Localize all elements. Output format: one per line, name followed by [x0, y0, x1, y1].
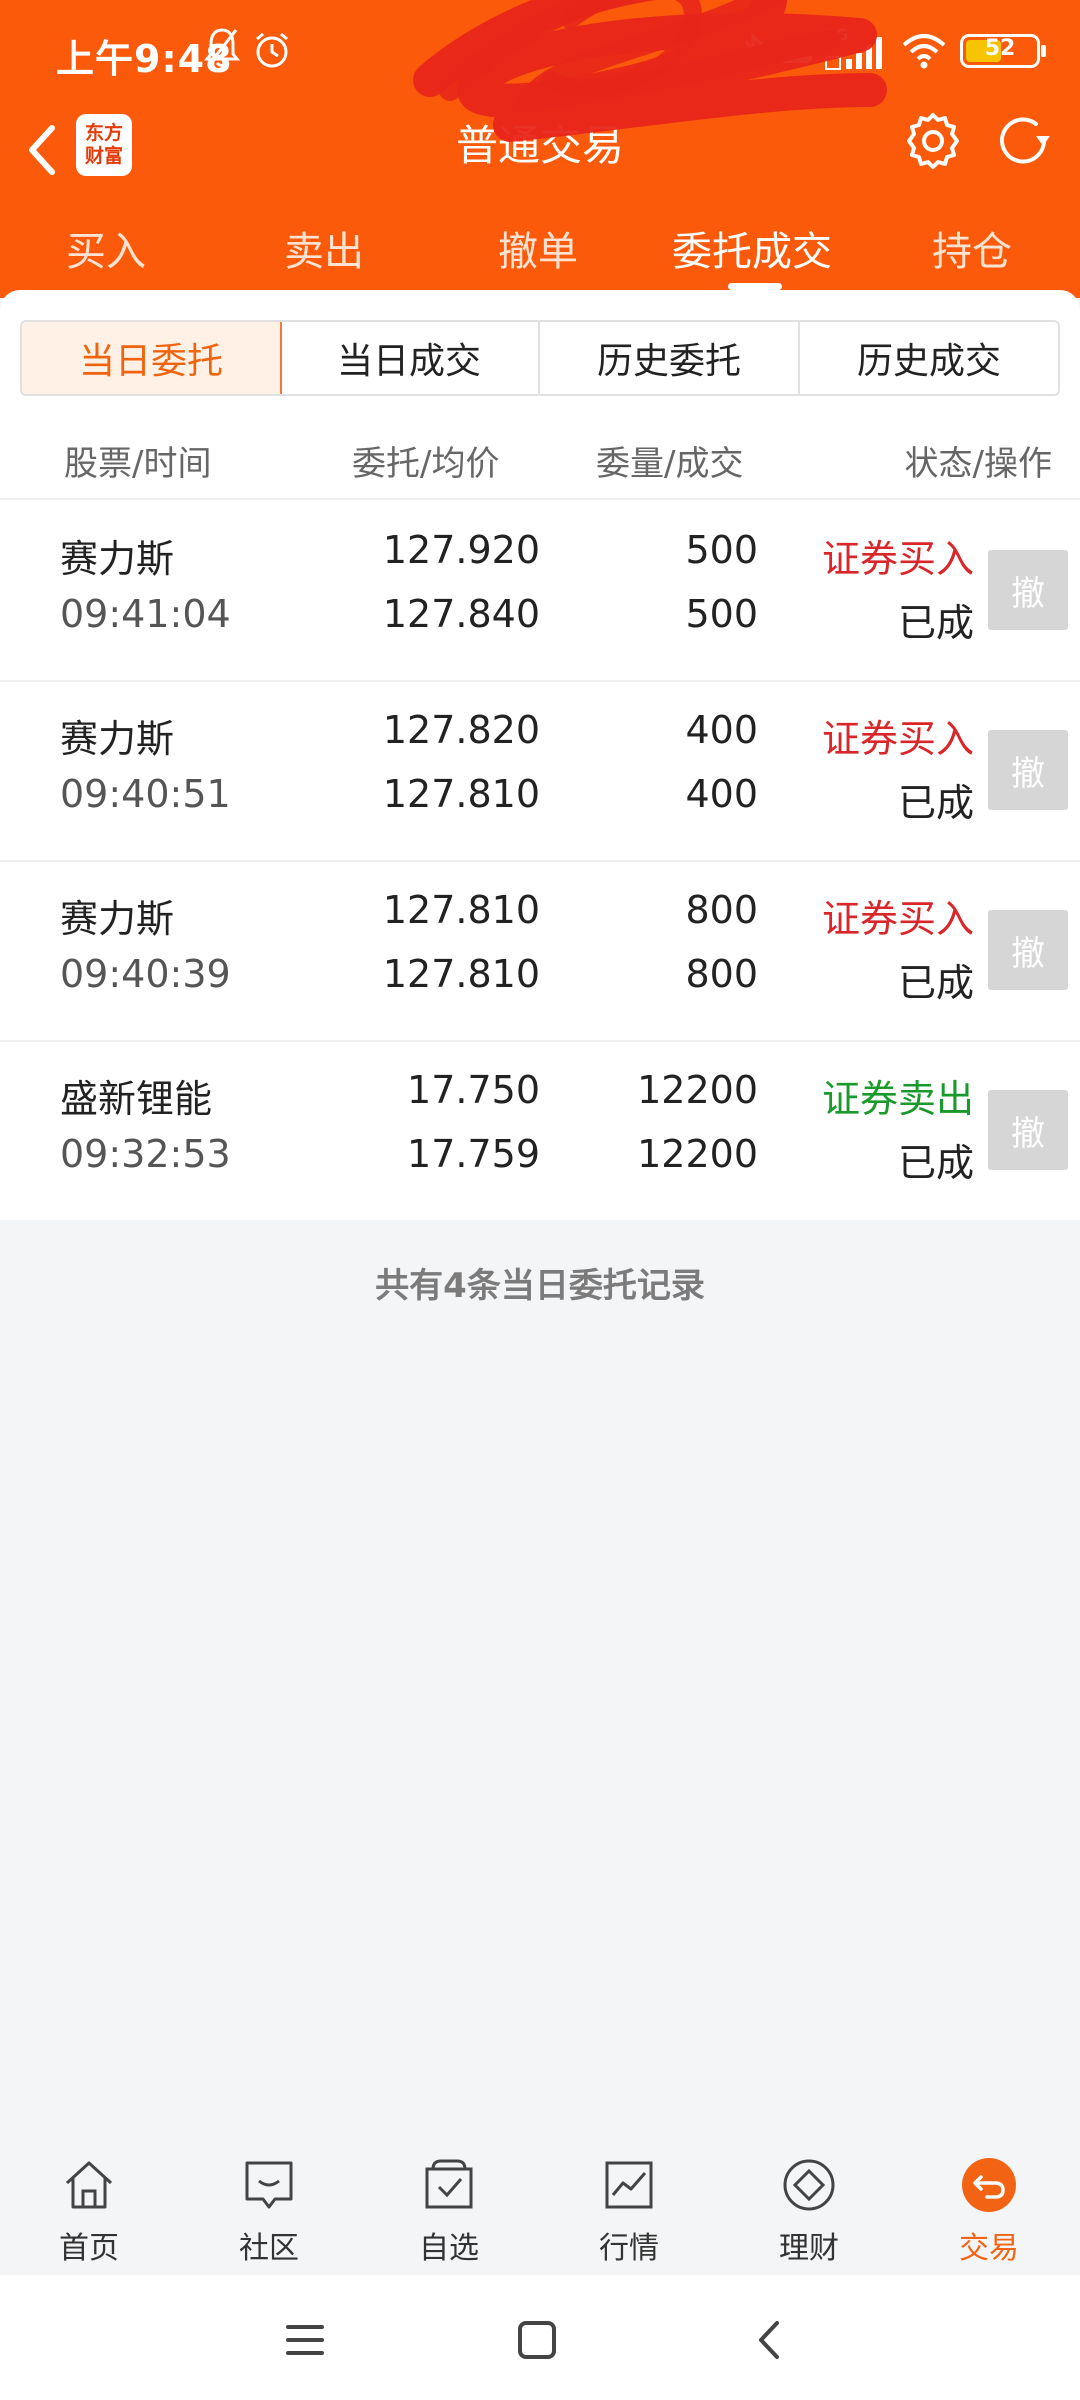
nav-label: 社区 [239, 2231, 299, 2266]
stock-name: 赛力斯 [60, 897, 175, 941]
tab-orders-trades[interactable]: 委托成交 [672, 219, 832, 277]
filled-qty: 12200 [637, 1132, 758, 1176]
nav-label: 自选 [419, 2231, 479, 2266]
order-time: 09:32:53 [60, 1132, 231, 1176]
nav-trade[interactable]: 交易 [929, 2135, 1049, 2275]
order-type: 证券卖出 [821, 1077, 974, 1121]
bottom-nav: 首页 社区 自选 行情 理财 交易 [0, 2135, 1080, 2275]
order-type: 证券买入 [821, 717, 974, 761]
back-button[interactable] [18, 118, 68, 182]
main-tabs: 买入 卖出 撤单 委托成交 持仓 [0, 205, 1080, 295]
order-status: 已成 [897, 961, 974, 1005]
header: 上午9:48 HD 5G 52 东方 财富 普通交易 买入 卖出 撤单 委托成交… [0, 0, 1080, 298]
subtab-today-trades[interactable]: 当日成交 [280, 322, 540, 394]
nav-label: 行情 [599, 2231, 659, 2266]
active-tab-indicator [728, 283, 782, 290]
order-row[interactable]: 赛力斯 09:40:51 127.820 127.810 400 400 证券买… [0, 680, 1080, 862]
community-icon [245, 2161, 293, 2209]
refresh-icon [1000, 117, 1050, 164]
nav-label: 首页 [59, 2231, 119, 2266]
avg-price: 127.810 [382, 772, 540, 816]
cancel-order-button[interactable]: 撤 [988, 1090, 1068, 1170]
alarm-icon [252, 30, 292, 70]
nav-label: 交易 [959, 2231, 1019, 2266]
order-status: 已成 [897, 781, 974, 825]
nav-home[interactable]: 首页 [29, 2135, 149, 2275]
subtab-history-orders[interactable]: 历史委托 [540, 322, 800, 394]
col-price: 委托/均价 [352, 444, 500, 484]
settings-button[interactable] [900, 108, 966, 174]
order-qty: 12200 [637, 1068, 758, 1112]
order-price: 17.750 [407, 1068, 540, 1112]
order-row[interactable]: 赛力斯 09:41:04 127.920 127.840 500 500 证券买… [0, 500, 1080, 682]
order-type: 证券买入 [821, 537, 974, 581]
order-qty: 800 [685, 888, 758, 932]
nav-market[interactable]: 行情 [569, 2135, 689, 2275]
nav-watchlist[interactable]: 自选 [389, 2135, 509, 2275]
bell-muted-icon [202, 26, 242, 70]
col-qty: 委量/成交 [596, 444, 744, 484]
wifi-icon [900, 31, 948, 71]
system-nav-bar [0, 2275, 1080, 2400]
app-logo: 东方 财富 [76, 114, 132, 176]
order-time: 09:40:39 [60, 952, 231, 996]
order-status: 已成 [897, 1141, 974, 1185]
order-qty: 400 [685, 708, 758, 752]
avg-price: 17.759 [407, 1132, 540, 1176]
stock-name: 赛力斯 [60, 537, 175, 581]
nav-wealth[interactable]: 理财 [749, 2135, 869, 2275]
stock-name: 赛力斯 [60, 717, 175, 761]
redaction-scribble [413, 0, 887, 142]
menu-icon[interactable] [280, 2315, 330, 2365]
market-icon [605, 2161, 653, 2209]
watchlist-icon [425, 2159, 473, 2209]
tab-sell[interactable]: 卖出 [284, 219, 364, 277]
order-status: 已成 [897, 601, 974, 645]
tab-positions[interactable]: 持仓 [932, 219, 1012, 277]
col-stock-time: 股票/时间 [64, 444, 212, 484]
battery-icon: 52 [960, 34, 1046, 68]
logo-line1: 东方 [84, 122, 123, 144]
cancel-order-button[interactable]: 撤 [988, 550, 1068, 630]
order-type: 证券买入 [821, 897, 974, 941]
order-time: 09:41:04 [60, 592, 231, 636]
records-count-note: 共有4条当日委托记录 [375, 1266, 705, 1306]
subtab-today-orders[interactable]: 当日委托 [22, 322, 282, 394]
order-row[interactable]: 赛力斯 09:40:39 127.810 127.810 800 800 证券买… [0, 860, 1080, 1042]
gear-icon [907, 113, 959, 169]
orders-panel: 当日委托 当日成交 历史委托 历史成交 股票/时间 委托/均价 委量/成交 状态… [0, 290, 1080, 1220]
battery-percent: 52 [984, 36, 1016, 61]
order-price: 127.820 [382, 708, 540, 752]
back-icon[interactable] [745, 2315, 795, 2365]
cancel-order-button[interactable]: 撤 [988, 730, 1068, 810]
trade-icon [962, 2158, 1016, 2212]
cancel-order-button[interactable]: 撤 [988, 910, 1068, 990]
chevron-left-icon [29, 125, 55, 175]
home-icon [65, 2161, 113, 2209]
subtab-history-trades[interactable]: 历史成交 [800, 322, 1058, 394]
order-price: 127.920 [382, 528, 540, 572]
filled-qty: 800 [685, 952, 758, 996]
order-time: 09:40:51 [60, 772, 231, 816]
stock-name: 盛新锂能 [60, 1077, 213, 1121]
order-qty: 500 [685, 528, 758, 572]
column-headers: 股票/时间 委托/均价 委量/成交 状态/操作 [0, 430, 1080, 500]
nav-community[interactable]: 社区 [209, 2135, 329, 2275]
order-price: 127.810 [382, 888, 540, 932]
order-row[interactable]: 盛新锂能 09:32:53 17.750 17.759 12200 12200 … [0, 1040, 1080, 1220]
filled-qty: 400 [685, 772, 758, 816]
wealth-icon [783, 2159, 835, 2211]
avg-price: 127.840 [382, 592, 540, 636]
nav-label: 理财 [779, 2231, 839, 2266]
tab-buy[interactable]: 买入 [66, 219, 146, 277]
refresh-button[interactable] [990, 108, 1056, 174]
logo-line2: 财富 [84, 145, 123, 167]
filled-qty: 500 [685, 592, 758, 636]
tab-cancel-order[interactable]: 撤单 [498, 219, 578, 277]
sub-tabs: 当日委托 当日成交 历史委托 历史成交 [20, 320, 1060, 396]
home-square-icon[interactable] [512, 2315, 562, 2365]
avg-price: 127.810 [382, 952, 540, 996]
col-status: 状态/操作 [904, 444, 1052, 484]
